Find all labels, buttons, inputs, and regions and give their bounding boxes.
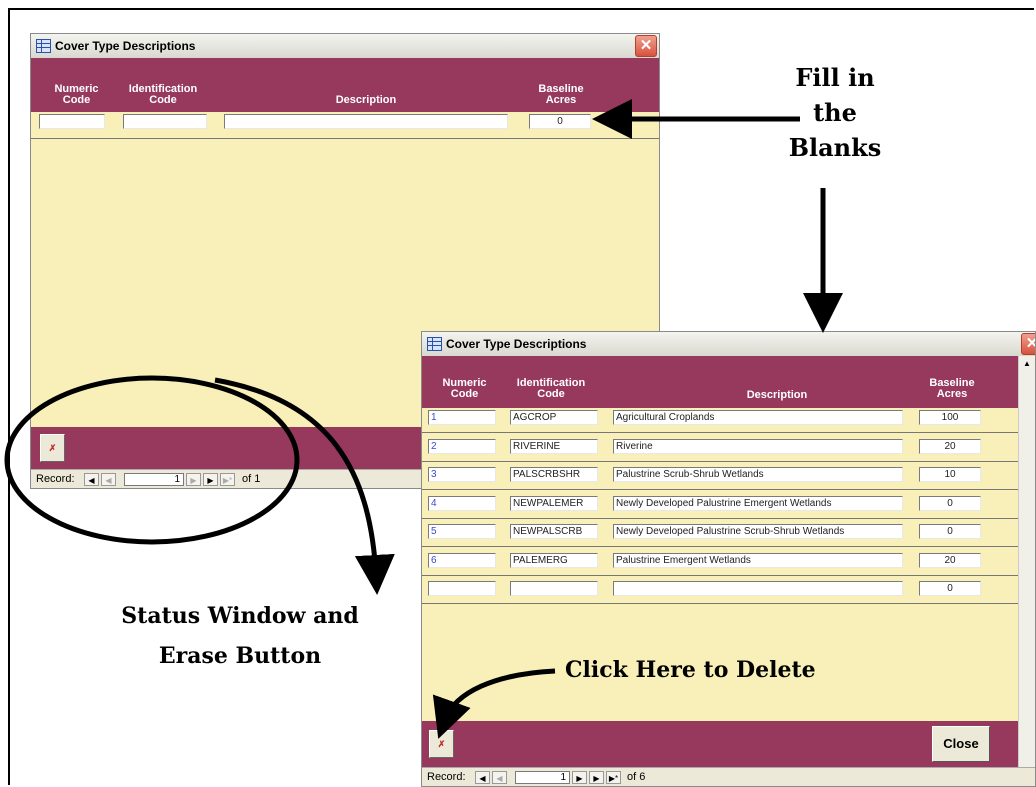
fill-blanks-callout: Fill in the Blanks bbox=[788, 63, 882, 162]
click-delete-callout: Click Here to Delete bbox=[565, 657, 816, 683]
arrow-to-delete-button bbox=[432, 668, 556, 739]
status-window-callout: Status Window and Erase Button bbox=[121, 603, 359, 669]
status-window-circle bbox=[4, 375, 300, 545]
